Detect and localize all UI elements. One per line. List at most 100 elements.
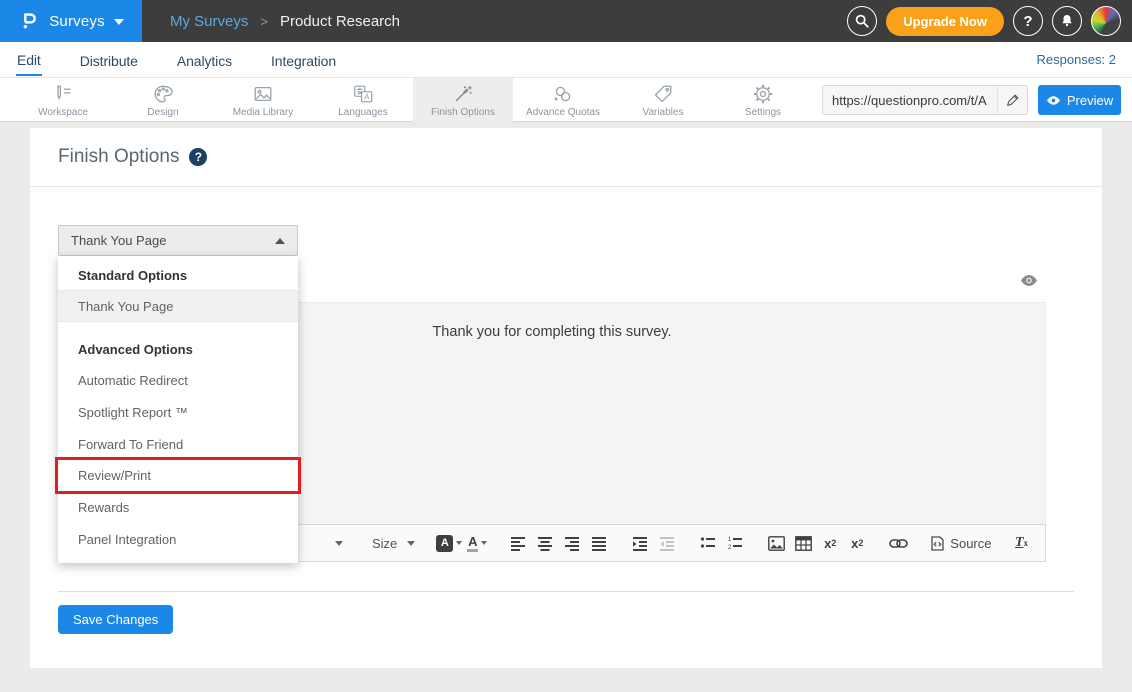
toolbar-item-label: Media Library — [233, 107, 294, 118]
decrease-indent-button[interactable] — [655, 530, 679, 556]
toolbar-item-finish-options[interactable]: Finish Options — [413, 78, 513, 122]
tab-distribute[interactable]: Distribute — [79, 45, 139, 75]
variables-icon — [652, 83, 674, 105]
source-doc-icon — [931, 536, 944, 551]
toolbar-item-settings[interactable]: Settings — [713, 78, 813, 122]
align-right-icon — [564, 535, 580, 551]
upgrade-now-button[interactable]: Upgrade Now — [886, 7, 1004, 36]
justify-button[interactable] — [587, 530, 611, 556]
tab-integration[interactable]: Integration — [270, 45, 337, 75]
user-avatar[interactable] — [1091, 6, 1121, 36]
dropdown-option-forward-to-friend[interactable]: Forward To Friend — [58, 428, 298, 460]
survey-toolbar-items: Workspace Design Media Library — [13, 78, 813, 122]
finish-option-dropdown: Standard Options Thank You Page Advanced… — [58, 256, 298, 563]
align-center-icon — [537, 535, 553, 551]
dropdown-option-automatic-redirect[interactable]: Automatic Redirect — [58, 364, 298, 396]
toolbar-item-advance-quotas[interactable]: Advance Quotas — [513, 78, 613, 122]
breadcrumb-current-survey: Product Research — [280, 13, 400, 30]
toolbar-item-label: Advance Quotas — [526, 107, 600, 118]
font-combo-arrow[interactable] — [327, 530, 351, 556]
remove-format-button[interactable]: Tx — [1010, 530, 1034, 556]
languages-icon: A — [352, 83, 374, 105]
preview-button[interactable]: Preview — [1038, 85, 1121, 115]
finish-options-icon — [452, 83, 474, 105]
table-icon — [795, 536, 812, 551]
topbar-actions: Upgrade Now ? — [847, 6, 1132, 36]
questionpro-logo-icon — [18, 10, 40, 32]
align-center-button[interactable] — [533, 530, 557, 556]
search-icon — [854, 13, 870, 29]
source-button[interactable]: Source — [931, 536, 991, 551]
chevron-up-icon — [275, 238, 285, 244]
tab-analytics[interactable]: Analytics — [176, 45, 233, 75]
outdent-icon — [659, 535, 675, 551]
survey-url-box — [822, 85, 1028, 115]
toolbar-item-label: Variables — [643, 107, 684, 118]
subscript-button[interactable]: x2 — [818, 530, 842, 556]
responses-count[interactable]: Responses: 2 — [1037, 52, 1117, 67]
dropdown-option-thank-you-page[interactable]: Thank You Page — [58, 290, 298, 322]
dropdown-option-spotlight-report[interactable]: Spotlight Report ™ — [58, 396, 298, 428]
questionpro-app: Surveys My Surveys > Product Research Up… — [0, 0, 1132, 692]
product-switcher[interactable]: Surveys — [0, 0, 142, 42]
dropdown-option-rewards[interactable]: Rewards — [58, 491, 298, 523]
search-button[interactable] — [847, 6, 877, 36]
toolbar-item-label: Languages — [338, 107, 388, 118]
numbered-list-icon: 1 2 — [727, 535, 743, 551]
chevron-down-icon — [335, 541, 343, 546]
finish-options-help-icon[interactable]: ? — [189, 148, 207, 166]
breadcrumb-my-surveys[interactable]: My Surveys — [170, 13, 248, 30]
clear-format-x-glyph: x — [1024, 538, 1029, 548]
section-divider — [58, 591, 1074, 592]
toolbar-item-variables[interactable]: Variables — [613, 78, 713, 122]
chevron-down-icon — [481, 541, 487, 545]
toolbar-item-languages[interactable]: A Languages — [313, 78, 413, 122]
save-changes-button[interactable]: Save Changes — [58, 605, 173, 634]
text-color-button[interactable]: A — [465, 530, 489, 556]
visibility-toggle[interactable] — [1020, 274, 1038, 292]
chevron-down-icon — [407, 541, 415, 546]
toolbar-item-media-library[interactable]: Media Library — [213, 78, 313, 122]
finish-option-select[interactable]: Thank You Page — [58, 225, 298, 256]
top-bar: Surveys My Surveys > Product Research Up… — [0, 0, 1132, 42]
size-label: Size — [372, 536, 397, 551]
survey-url-input[interactable] — [823, 93, 997, 108]
font-size-combo[interactable]: Size — [368, 536, 419, 551]
background-color-button[interactable]: A — [436, 530, 462, 556]
toolbar-item-workspace[interactable]: Workspace — [13, 78, 113, 122]
insert-link-button[interactable] — [886, 530, 910, 556]
align-left-button[interactable] — [506, 530, 530, 556]
insert-image-button[interactable] — [764, 530, 788, 556]
product-switcher-label: Surveys — [49, 13, 105, 30]
dropdown-option-review-print[interactable]: Review/Print — [58, 460, 298, 491]
insert-table-button[interactable] — [791, 530, 815, 556]
toolbar-item-label: Design — [147, 107, 178, 118]
panel-header: Finish Options ? — [30, 128, 1102, 187]
breadcrumb: My Surveys > Product Research — [170, 13, 400, 30]
chevron-down-icon — [456, 541, 462, 545]
increase-indent-button[interactable] — [628, 530, 652, 556]
justify-icon — [591, 535, 607, 551]
toolbar-item-design[interactable]: Design — [113, 78, 213, 122]
bullet-list-icon — [700, 535, 716, 551]
help-button[interactable]: ? — [1013, 6, 1043, 36]
edit-url-button[interactable] — [997, 86, 1027, 114]
advance-quotas-icon — [552, 83, 574, 105]
settings-icon — [752, 83, 774, 105]
design-icon — [152, 83, 174, 105]
survey-toolbar: Workspace Design Media Library — [0, 78, 1132, 122]
dropdown-group-standard-options: Standard Options — [58, 260, 298, 290]
tab-edit[interactable]: Edit — [16, 44, 42, 76]
image-icon — [768, 536, 785, 551]
bg-color-a-glyph: A — [436, 535, 453, 552]
survey-nav-bar: Edit Distribute Analytics Integration Re… — [0, 42, 1132, 78]
notifications-button[interactable] — [1052, 6, 1082, 36]
link-icon — [889, 538, 908, 549]
bullet-list-button[interactable] — [696, 530, 720, 556]
superscript-button[interactable]: x2 — [845, 530, 869, 556]
dropdown-option-panel-integration[interactable]: Panel Integration — [58, 523, 298, 555]
toolbar-item-label: Workspace — [38, 107, 88, 118]
numbered-list-button[interactable]: 1 2 — [723, 530, 747, 556]
align-right-button[interactable] — [560, 530, 584, 556]
pencil-icon — [1006, 93, 1020, 107]
